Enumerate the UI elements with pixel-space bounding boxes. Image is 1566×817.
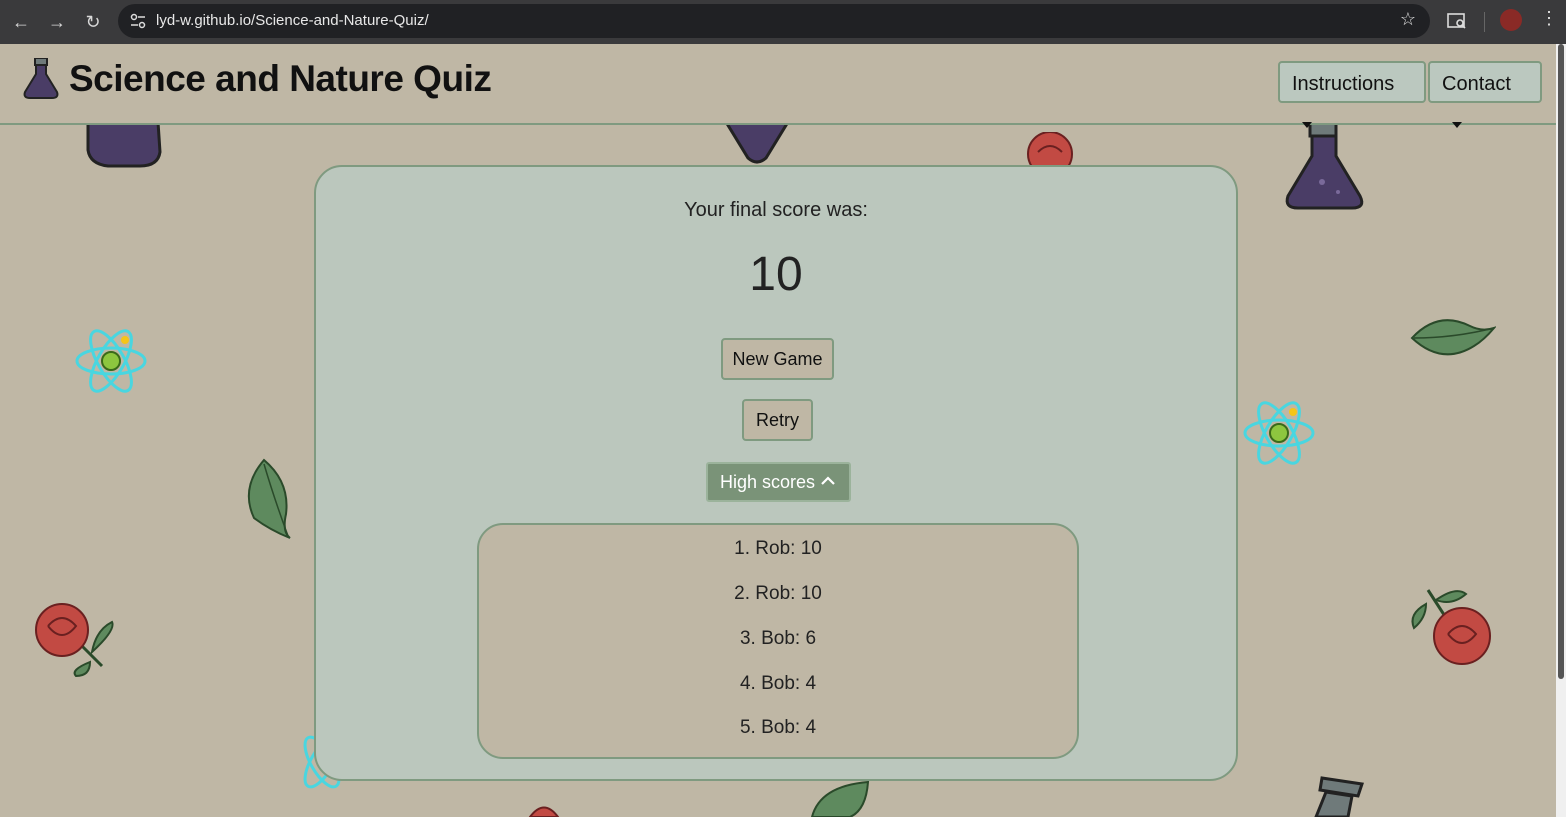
address-bar[interactable]: lyd-w.github.io/Science-and-Nature-Quiz/… (118, 4, 1430, 38)
retry-button[interactable]: Retry (742, 399, 813, 441)
high-scores-label: High scores (720, 472, 816, 492)
high-score-item: 2. Rob: 10 (734, 583, 822, 604)
atom-decoration-icon (1243, 401, 1315, 465)
screen-search-icon[interactable] (1446, 10, 1468, 32)
rose-decoration-icon (528, 806, 560, 817)
high-scores-panel: 1. Rob: 10 2. Rob: 10 3. Bob: 6 4. Bob: … (477, 523, 1079, 759)
forward-arrow-icon[interactable]: → (43, 8, 71, 36)
contact-dropdown[interactable]: Contact (1428, 61, 1542, 128)
site-header: Science and Nature Quiz Instructions Con… (0, 44, 1556, 128)
profile-avatar[interactable] (1500, 9, 1522, 31)
flask-decoration-icon (1314, 776, 1364, 817)
browser-toolbar: ← → ↻ lyd-w.github.io/Science-and-Nature… (0, 0, 1566, 44)
instructions-dropdown[interactable]: Instructions (1278, 61, 1426, 128)
contact-label: Contact (1442, 73, 1511, 95)
bookmark-star-icon[interactable]: ☆ (1400, 9, 1416, 30)
new-game-button[interactable]: New Game (721, 338, 834, 380)
instructions-label: Instructions (1292, 73, 1395, 95)
caret-down-icon (1302, 121, 1312, 128)
page-scrollbar[interactable] (1556, 44, 1566, 817)
high-score-item: 1. Rob: 10 (734, 538, 822, 559)
high-score-item: 3. Bob: 6 (739, 628, 817, 649)
url-text[interactable]: lyd-w.github.io/Science-and-Nature-Quiz/ (156, 12, 429, 29)
reload-icon[interactable]: ↻ (79, 8, 107, 36)
site-title: Science and Nature Quiz (69, 58, 492, 99)
final-score-label: Your final score was: (684, 199, 868, 221)
high-score-item: 5. Bob: 4 (739, 717, 817, 738)
scrollbar-thumb[interactable] (1558, 44, 1564, 679)
flask-icon (23, 58, 59, 99)
final-score-value: 10 (749, 248, 803, 301)
site-info-icon[interactable] (128, 11, 148, 31)
rose-decoration-icon (35, 603, 114, 678)
leaf-decoration-icon (1410, 319, 1496, 356)
rose-decoration-icon (1027, 132, 1073, 166)
leaf-decoration-icon (810, 780, 870, 817)
caret-down-icon (1452, 121, 1462, 128)
flask-decoration-icon (86, 122, 162, 168)
high-score-item: 4. Bob: 4 (739, 673, 817, 694)
rose-decoration-icon (1411, 589, 1491, 665)
chevron-up-icon (821, 476, 835, 485)
leaf-decoration-icon (247, 458, 291, 539)
back-arrow-icon[interactable]: ← (7, 8, 35, 36)
high-scores-toggle-button[interactable]: High scores (706, 462, 851, 502)
atom-decoration-icon (75, 329, 147, 393)
results-card: Your final score was: 10 New Game Retry … (314, 165, 1238, 781)
browser-menu-icon[interactable]: ⋮ (1540, 8, 1558, 29)
flask-decoration-icon (724, 122, 790, 164)
toolbar-divider (1484, 12, 1485, 32)
